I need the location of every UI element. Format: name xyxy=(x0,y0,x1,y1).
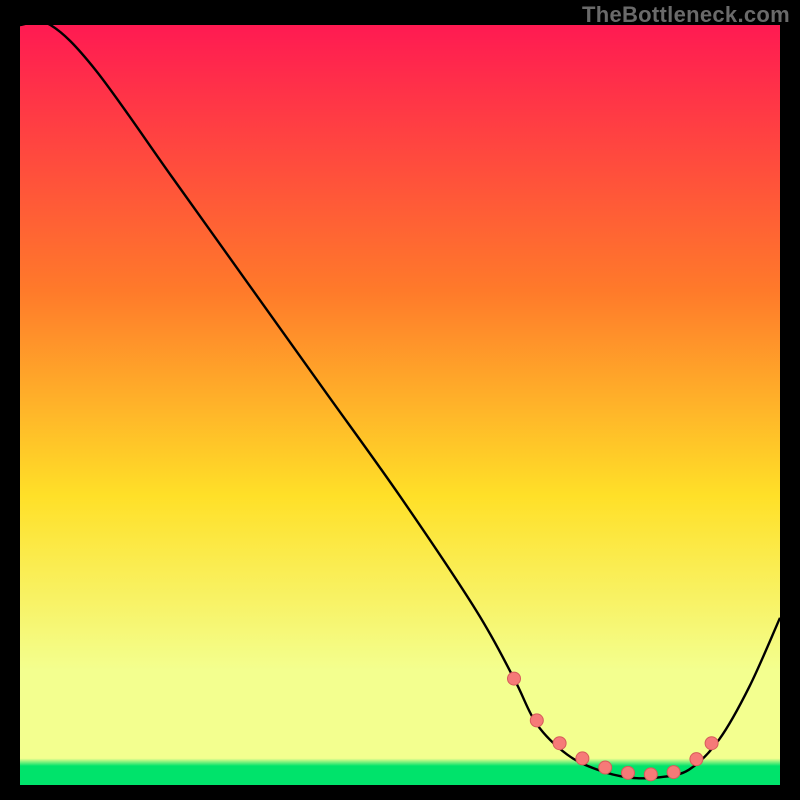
highlight-dot xyxy=(553,737,566,750)
highlight-dot xyxy=(576,752,589,765)
highlight-dot xyxy=(667,766,680,779)
highlight-dot xyxy=(622,766,635,779)
chart-plot-area xyxy=(20,25,780,785)
chart-frame: TheBottleneck.com xyxy=(0,0,800,800)
highlight-dot xyxy=(644,768,657,781)
highlight-dot xyxy=(530,714,543,727)
highlight-dot xyxy=(705,737,718,750)
highlight-dot xyxy=(508,672,521,685)
highlight-dot xyxy=(690,753,703,766)
chart-svg xyxy=(20,25,780,785)
gradient-background xyxy=(20,25,780,785)
highlight-dot xyxy=(599,761,612,774)
